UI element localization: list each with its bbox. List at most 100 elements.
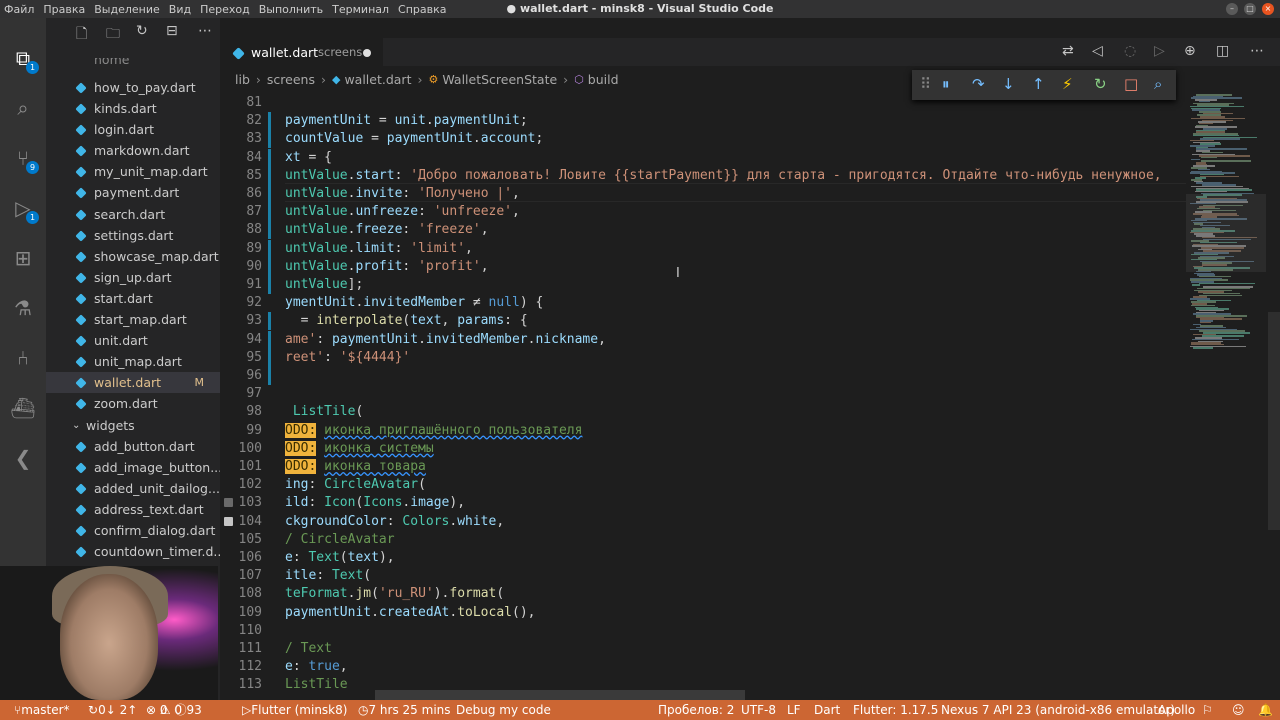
modified-gutter-marker[interactable] <box>268 166 271 185</box>
sync-status[interactable]: ↻ 0↓ 2↑ <box>88 700 137 720</box>
code-line[interactable]: 94 ame': paymentUnit.invitedMember.nickna… <box>220 330 1186 349</box>
modified-gutter-marker[interactable] <box>268 257 271 276</box>
step-into-icon[interactable]: ↓ <box>1002 75 1015 93</box>
code-line[interactable]: 83 countValue = paymentUnit.account; <box>220 130 1186 149</box>
file-item[interactable]: kinds.dart <box>46 98 220 119</box>
file-item[interactable]: unit.dart <box>46 330 220 351</box>
code-line[interactable]: 82 paymentUnit = unit.paymentUnit; <box>220 112 1186 131</box>
file-item[interactable]: unit_map.dart <box>46 351 220 372</box>
code-line[interactable]: 93 = interpolate(text, params: { <box>220 312 1186 331</box>
run-debug-icon[interactable]: ▷ 1 <box>9 194 39 224</box>
minimize-icon[interactable]: – <box>1226 3 1238 15</box>
file-item[interactable]: added_unit_dailog.... <box>46 478 220 499</box>
collapse-all-icon[interactable]: ⊟ <box>166 23 178 39</box>
modified-gutter-marker[interactable] <box>268 348 271 367</box>
new-file-icon[interactable]: 🗋 <box>76 23 87 47</box>
minimap[interactable] <box>1186 94 1266 690</box>
file-item[interactable]: settings.dart <box>46 225 220 246</box>
code-line[interactable]: 92 ymentUnit.invitedMember ≠ null) { <box>220 294 1186 312</box>
code-line[interactable]: 108 teFormat.jm('ru_RU').format( <box>220 585 1186 603</box>
debug-my-code[interactable]: Debug my code <box>456 700 551 720</box>
code-line[interactable]: 87 untValue.unfreeze: 'unfreeze', <box>220 203 1186 222</box>
extensions-icon[interactable]: ⊞ <box>9 244 37 272</box>
drag-handle-icon[interactable]: ⠿ <box>920 75 931 93</box>
code-line[interactable]: 85 untValue.start: 'Добро пожаловать! Лов… <box>220 166 1186 185</box>
code-line[interactable]: 111 / Text <box>220 640 1186 658</box>
file-item[interactable]: add_image_button.... <box>46 457 220 478</box>
file-item[interactable]: countdown_timer.d... <box>46 541 220 562</box>
language-status[interactable]: Dart <box>814 700 840 720</box>
code-line[interactable]: 99 ODO: иконка приглашённого пользователя <box>220 422 1186 440</box>
file-item[interactable]: search.dart <box>46 204 220 225</box>
time-tracker[interactable]: ◷ 7 hrs 25 mins <box>358 700 451 720</box>
modified-gutter-marker[interactable] <box>268 312 271 331</box>
file-item[interactable]: start.dart <box>46 288 220 309</box>
go-forward-icon[interactable]: ▷ <box>1154 43 1165 59</box>
refresh-icon[interactable]: ↻ <box>136 23 148 39</box>
code-line[interactable]: 103 ild: Icon(Icons.image), <box>220 494 1186 512</box>
code-line[interactable]: 95 reet': '${4444}' <box>220 348 1186 367</box>
modified-gutter-marker[interactable] <box>268 112 271 131</box>
indentation-status[interactable]: Пробелов: 2 <box>658 700 734 720</box>
code-line[interactable]: 105 / CircleAvatar <box>220 531 1186 549</box>
unsaved-dot-icon[interactable] <box>363 49 371 57</box>
apollo-status[interactable]: Apollo <box>1158 700 1195 720</box>
breadcrumb-method[interactable]: build <box>588 72 619 87</box>
code-line[interactable]: 109 paymentUnit.createdAt.toLocal(), <box>220 604 1186 622</box>
breadcrumb-screens[interactable]: screens <box>267 72 315 87</box>
code-line[interactable]: 113 ListTile <box>220 676 1186 690</box>
file-item[interactable]: start_map.dart <box>46 309 220 330</box>
notifications-icon[interactable]: 🔔 <box>1258 700 1273 720</box>
file-item[interactable]: markdown.dart <box>46 140 220 161</box>
file-item[interactable]: confirm_dialog.dart <box>46 520 220 541</box>
code-line[interactable]: 89 untValue.limit: 'limit', <box>220 239 1186 258</box>
flutter-version[interactable]: Flutter: 1.17.5 <box>853 700 938 720</box>
hot-reload-dot-icon[interactable]: ◌ <box>1124 43 1136 59</box>
file-item[interactable]: my_unit_map.dart <box>46 161 220 182</box>
file-item[interactable]: how_to_pay.dart <box>46 77 220 98</box>
code-line[interactable]: 91 untValue]; <box>220 276 1186 294</box>
code-line[interactable]: 102 ing: CircleAvatar( <box>220 476 1186 494</box>
file-item[interactable]: login.dart <box>46 119 220 140</box>
code-line[interactable]: 90 untValue.profit: 'profit', <box>220 257 1186 276</box>
folder-widgets[interactable]: ⌄ widgets <box>46 415 220 436</box>
breadcrumb-lib[interactable]: lib <box>235 72 250 87</box>
flutter-icon[interactable]: ❮ <box>9 444 37 472</box>
eol-status[interactable]: LF <box>787 700 801 720</box>
modified-gutter-marker[interactable] <box>268 367 271 385</box>
modified-gutter-marker[interactable] <box>268 221 271 240</box>
code-line[interactable]: 84 xt = { <box>220 148 1186 167</box>
minimap-viewport[interactable] <box>1186 194 1266 272</box>
modified-gutter-marker[interactable] <box>268 148 271 167</box>
breakpoint-marker-icon[interactable] <box>224 516 233 526</box>
scrollbar-thumb[interactable] <box>1268 312 1280 530</box>
breakpoint-marker-icon[interactable] <box>224 498 233 508</box>
code-line[interactable]: 107 itle: Text( <box>220 567 1186 585</box>
file-item[interactable]: zoom.dart <box>46 393 220 414</box>
modified-gutter-marker[interactable] <box>268 185 271 203</box>
split-editor-icon[interactable]: ◫ <box>1216 43 1229 59</box>
new-folder-icon[interactable]: 🗀 <box>106 23 120 47</box>
more-actions-icon[interactable]: ⋯ <box>198 23 212 39</box>
live-share-icon[interactable]: ⚐ <box>1202 700 1213 720</box>
maximize-icon[interactable]: □ <box>1244 3 1256 15</box>
pause-icon[interactable]: ⏸ <box>942 75 950 93</box>
source-control-icon[interactable]: ⑂ 9 <box>9 144 39 174</box>
modified-gutter-marker[interactable] <box>268 130 271 149</box>
stop-icon[interactable]: □ <box>1124 75 1138 93</box>
file-item[interactable]: showcase_map.dart <box>46 246 220 267</box>
code-line[interactable]: 101 ODO: иконка товара <box>220 458 1186 476</box>
git-graph-icon[interactable]: ⑃ <box>9 344 37 372</box>
device-status[interactable]: Nexus 7 API 23 (android-x86 emulator) <box>941 700 1175 720</box>
launch-config[interactable]: ▷ Flutter (minsk8) <box>242 700 347 720</box>
modified-gutter-marker[interactable] <box>268 330 271 349</box>
code-line[interactable]: 112 e: true, <box>220 658 1186 676</box>
code-line[interactable]: 100 ODO: иконка системы <box>220 440 1186 458</box>
problems-status[interactable]: ⊗ 0 ⚠ 0 ⓘ 93 <box>146 700 202 720</box>
code-line[interactable]: 110 <box>220 622 1186 640</box>
testing-icon[interactable]: ⚗ <box>9 294 37 322</box>
open-changes-icon[interactable]: ⇄ <box>1062 43 1074 59</box>
file-item[interactable]: add_button.dart <box>46 436 220 457</box>
list-item[interactable]: home <box>94 58 129 70</box>
file-item[interactable]: payment.dart <box>46 182 220 203</box>
